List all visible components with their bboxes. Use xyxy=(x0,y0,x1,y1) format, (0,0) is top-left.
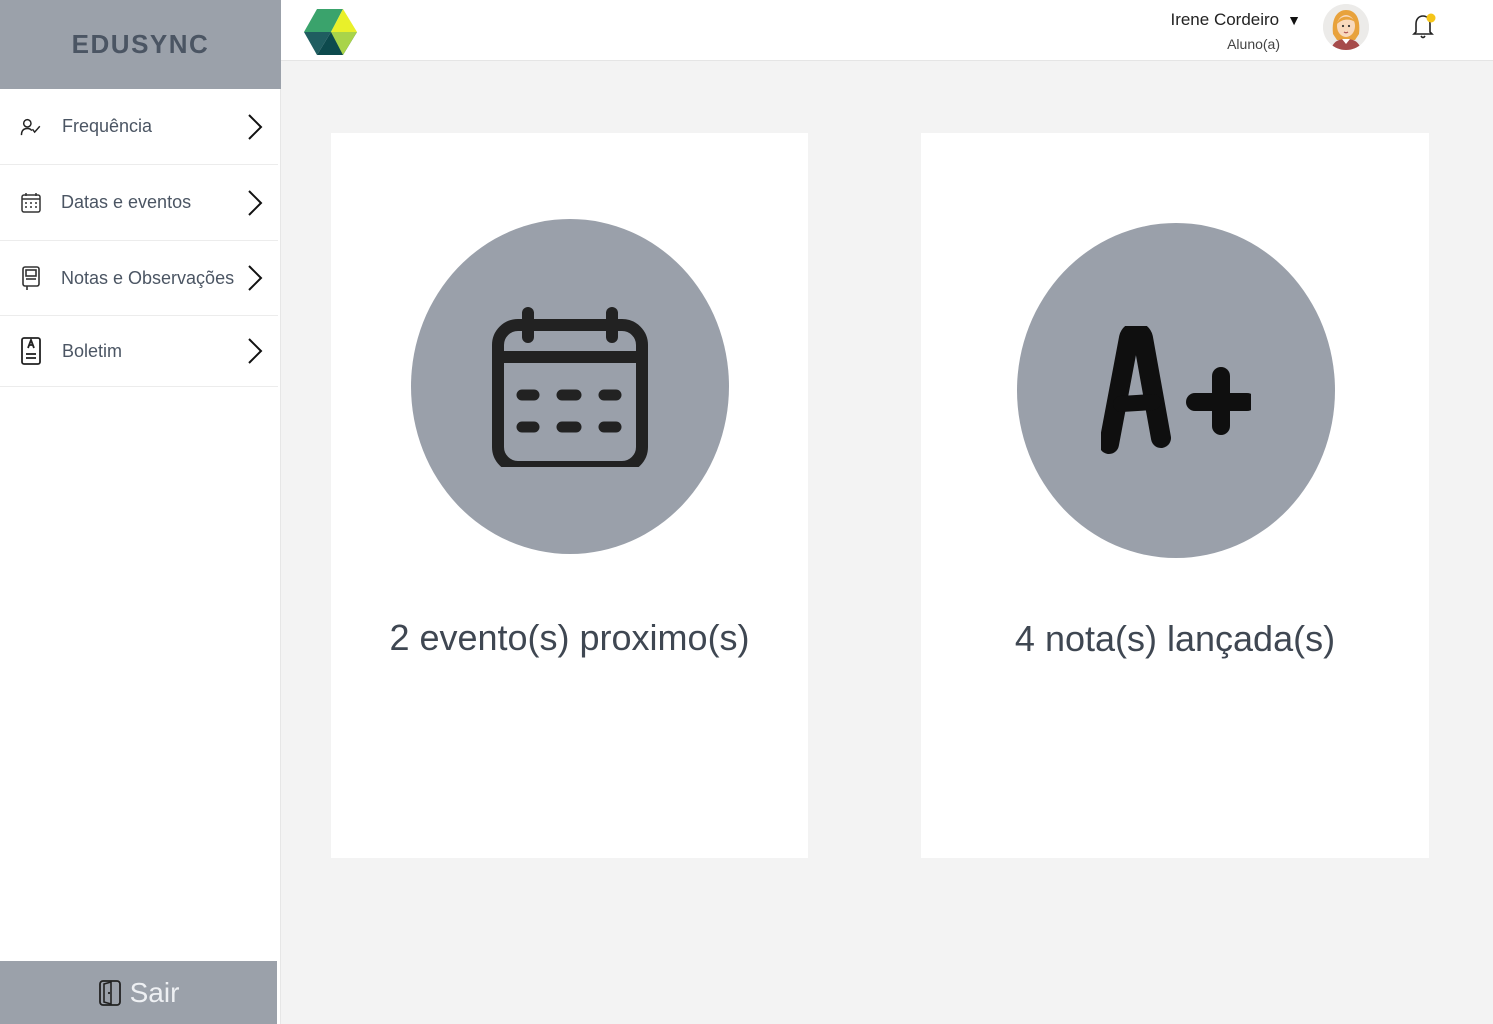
brand-name: EDUSYNC xyxy=(71,29,210,59)
calendar-icon xyxy=(20,190,42,216)
upcoming-events-card[interactable]: 2 evento(s) proximo(s) xyxy=(331,133,808,858)
chevron-right-icon xyxy=(248,113,263,140)
notifications-button[interactable] xyxy=(1411,12,1437,40)
caret-down-icon: ▼ xyxy=(1287,12,1301,28)
bell-icon xyxy=(1412,13,1436,39)
sidebar-item-label: Boletim xyxy=(62,340,123,361)
brand-header: EDUSYNC xyxy=(0,0,281,89)
events-icon-circle xyxy=(411,219,729,554)
sidebar: EDUSYNC Frequência Datas e eventos Notas… xyxy=(0,0,281,1024)
report-card-icon xyxy=(20,337,42,365)
grade-a-plus-icon xyxy=(1101,325,1251,454)
top-header: Irene Cordeiro ▼ Aluno(a) xyxy=(281,0,1493,61)
door-exit-icon xyxy=(98,979,121,1006)
sidebar-item-label: Notas e Observações xyxy=(61,267,235,288)
user-name: Irene Cordeiro xyxy=(1170,10,1280,29)
released-grades-count: 4 nota(s) lançada(s) xyxy=(1014,618,1336,659)
grades-icon-circle xyxy=(1017,223,1335,558)
user-role: Aluno(a) xyxy=(1227,36,1280,52)
sidebar-item-datas-eventos[interactable]: Datas e eventos xyxy=(0,165,278,241)
calendar-icon xyxy=(492,306,648,467)
sidebar-item-label: Datas e eventos xyxy=(61,192,192,212)
avatar[interactable] xyxy=(1323,4,1369,50)
sidebar-item-boletim[interactable]: Boletim xyxy=(0,316,278,387)
user-check-icon xyxy=(20,114,42,140)
logout-button[interactable]: Sair xyxy=(0,961,277,1024)
upcoming-events-count: 2 evento(s) proximo(s) xyxy=(389,617,750,658)
notification-dot xyxy=(1426,13,1436,23)
user-avatar-image xyxy=(1323,4,1369,50)
sidebar-item-frequencia[interactable]: Frequência xyxy=(0,89,278,165)
released-grades-card[interactable]: 4 nota(s) lançada(s) xyxy=(921,133,1429,858)
chevron-right-icon xyxy=(248,338,263,364)
chevron-right-icon xyxy=(248,265,263,291)
sidebar-item-notas-observacoes[interactable]: Notas e Observações xyxy=(0,241,278,316)
user-menu[interactable]: Irene Cordeiro ▼ Aluno(a) xyxy=(1170,10,1301,52)
app-logo xyxy=(304,9,357,55)
sidebar-item-label: Frequência xyxy=(62,116,153,136)
notebook-icon xyxy=(20,265,42,291)
chevron-right-icon xyxy=(248,189,263,216)
logout-label: Sair xyxy=(129,976,180,1008)
